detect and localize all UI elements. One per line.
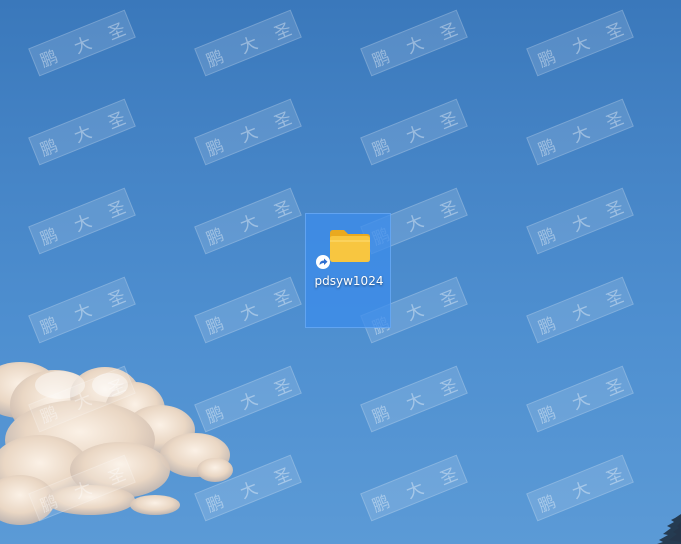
watermark: 鹏大圣 — [360, 9, 468, 77]
watermark: 鹏大圣 — [526, 187, 634, 255]
watermark: 鹏大圣 — [360, 365, 468, 433]
desktop[interactable]: 鹏大圣 鹏大圣 鹏大圣 鹏大圣 鹏大圣 鹏大圣 鹏大圣 鹏大圣 鹏大圣 鹏大圣 … — [0, 0, 681, 544]
watermark: 鹏大圣 — [194, 187, 302, 255]
watermark: 鹏大圣 — [194, 9, 302, 77]
watermark: 鹏大圣 — [194, 454, 302, 522]
watermark: 鹏大圣 — [28, 454, 136, 522]
watermark: 鹏大圣 — [360, 98, 468, 166]
desktop-icon-label: pdsyw1024 — [314, 274, 384, 288]
watermark: 鹏大圣 — [194, 98, 302, 166]
watermark: 鹏大圣 — [28, 276, 136, 344]
watermark: 鹏大圣 — [194, 276, 302, 344]
watermark: 鹏大圣 — [28, 365, 136, 433]
watermark: 鹏大圣 — [526, 9, 634, 77]
watermark: 鹏大圣 — [28, 9, 136, 77]
watermark: 鹏大圣 — [526, 454, 634, 522]
tree-silhouette — [657, 514, 681, 544]
watermark: 鹏大圣 — [194, 365, 302, 433]
watermark: 鹏大圣 — [360, 454, 468, 522]
watermark: 鹏大圣 — [526, 98, 634, 166]
watermark: 鹏大圣 — [28, 98, 136, 166]
shortcut-arrow-icon — [316, 255, 330, 269]
watermark: 鹏大圣 — [28, 187, 136, 255]
desktop-icon-pdsyw1024[interactable]: pdsyw1024 — [305, 213, 391, 328]
folder-icon — [330, 230, 370, 262]
watermark: 鹏大圣 — [526, 365, 634, 433]
watermark: 鹏大圣 — [526, 276, 634, 344]
